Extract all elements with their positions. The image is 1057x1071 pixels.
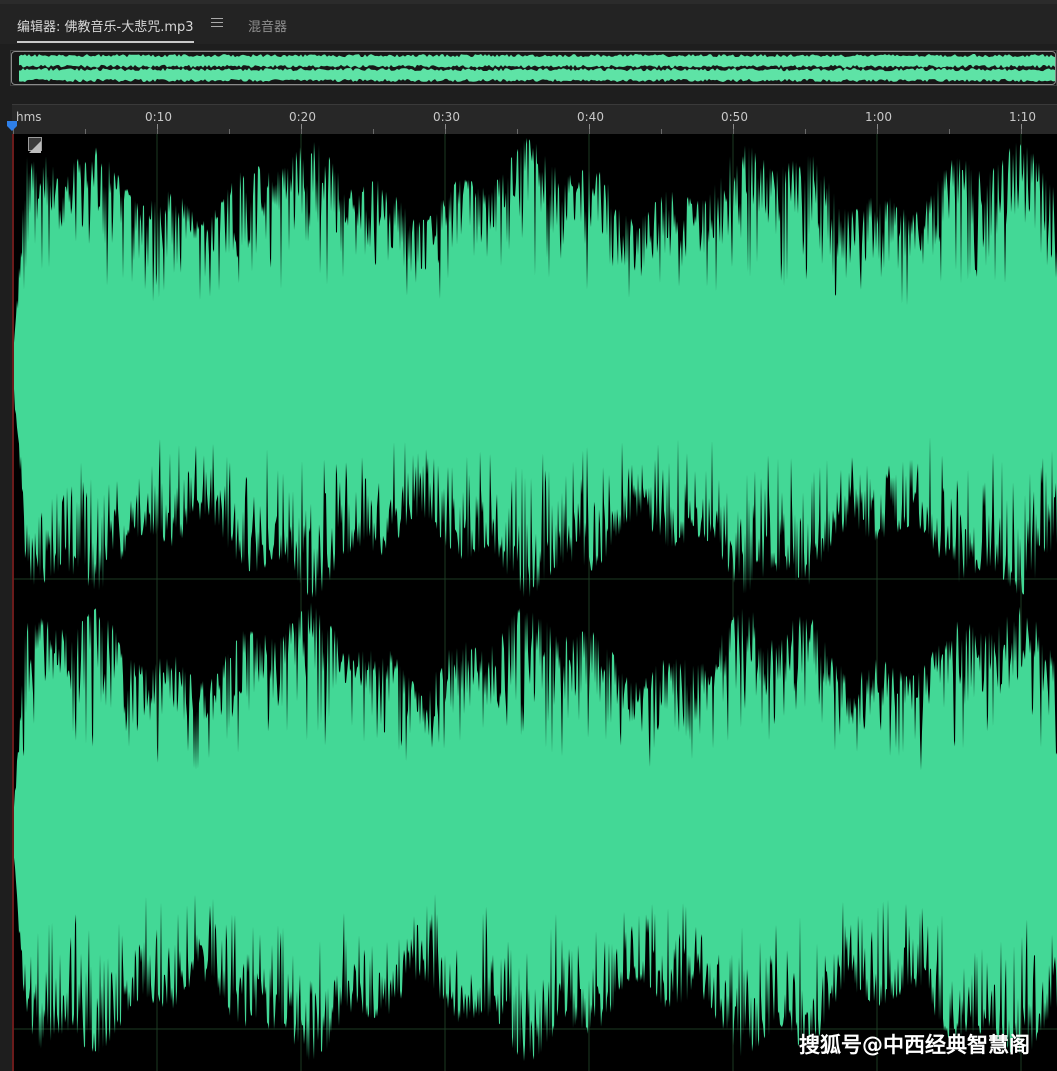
ruler-label: 0:20 — [289, 110, 316, 124]
zoom-range-handle[interactable] — [11, 51, 1056, 85]
hamburger-menu-icon[interactable] — [211, 18, 223, 30]
ruler-label: 0:30 — [433, 110, 460, 124]
playhead-line — [12, 134, 14, 1071]
fade-in-handle-icon[interactable] — [28, 137, 42, 153]
ruler-label: 1:10 — [1009, 110, 1036, 124]
playhead-icon[interactable] — [6, 120, 18, 132]
stereo-waveform — [12, 134, 1057, 1071]
ruler-label: 1:00 — [865, 110, 892, 124]
audio-editor-window: 编辑器: 佛教音乐-大悲咒.mp3 混音器 hms 0:10 0:20 0:30 0:… — [0, 0, 1057, 1071]
panel-tab-bar: 编辑器: 佛教音乐-大悲咒.mp3 混音器 — [0, 0, 1057, 44]
left-channel-waveform — [12, 138, 1057, 598]
waveform-display[interactable] — [12, 134, 1057, 1071]
watermark-text: 搜狐号@中西经典智慧阁 — [799, 1033, 1030, 1057]
right-channel-waveform — [12, 602, 1057, 1062]
time-ruler[interactable]: hms 0:10 0:20 0:30 0:40 0:50 1:00 1:10 — [12, 104, 1057, 134]
ruler-unit-label: hms — [16, 110, 42, 124]
ruler-label: 0:10 — [145, 110, 172, 124]
ruler-label: 0:40 — [577, 110, 604, 124]
overview-navigator[interactable] — [10, 50, 1057, 86]
tab-mixer[interactable]: 混音器 — [248, 16, 287, 35]
tab-editor[interactable]: 编辑器: 佛教音乐-大悲咒.mp3 — [17, 16, 194, 43]
ruler-label: 0:50 — [721, 110, 748, 124]
